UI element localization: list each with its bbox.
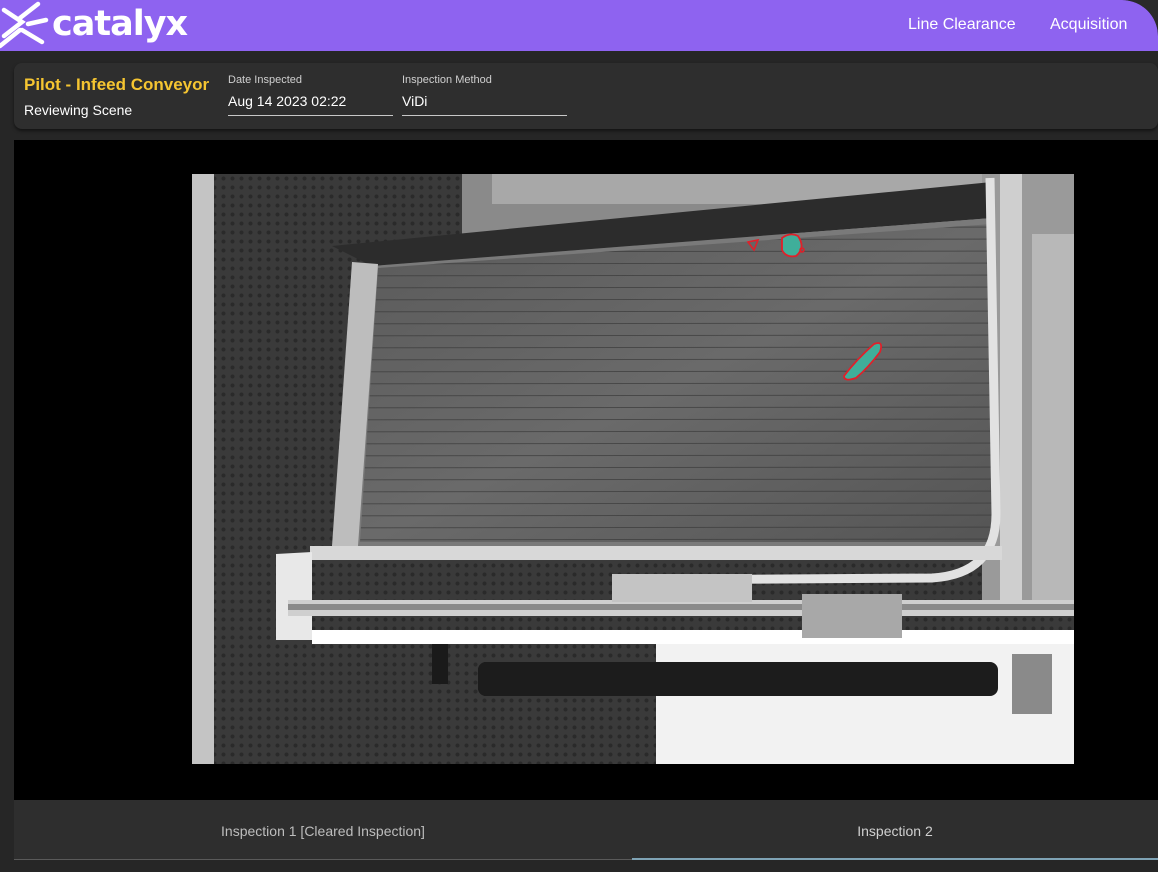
inspection-method-label: Inspection Method — [402, 74, 492, 86]
page-title: Pilot - Infeed Conveyor — [24, 75, 210, 94]
app-window: catalyx Line Clearance Acquisition Pilot… — [0, 0, 1158, 872]
inspection-method-value: ViDi — [402, 93, 428, 109]
inspection-method-field[interactable]: Inspection Method ViDi — [402, 73, 567, 116]
top-nav-bar: catalyx Line Clearance Acquisition — [0, 0, 1158, 51]
date-inspected-field[interactable]: Date Inspected Aug 14 2023 02:22 — [228, 73, 393, 116]
image-viewer[interactable] — [14, 140, 1158, 800]
brand-logo[interactable]: catalyx — [0, 0, 200, 51]
page-subtitle: Reviewing Scene — [24, 102, 133, 118]
date-inspected-label: Date Inspected — [228, 74, 302, 86]
nav-line-clearance[interactable]: Line Clearance — [908, 16, 1016, 34]
catalyx-logo-icon — [0, 1, 49, 49]
brand-name: catalyx — [52, 4, 188, 44]
inspection-info-panel: Pilot - Infeed Conveyor Reviewing Scene … — [14, 63, 1158, 129]
nav-acquisition[interactable]: Acquisition — [1050, 16, 1127, 34]
tab-inspection-2[interactable]: Inspection 2 — [632, 800, 1158, 860]
inspection-image[interactable] — [192, 174, 1074, 764]
tab-inspection-1[interactable]: Inspection 1 [Cleared Inspection] — [14, 800, 632, 860]
date-inspected-value: Aug 14 2023 02:22 — [228, 93, 347, 109]
inspection-tabs: Inspection 1 [Cleared Inspection] Inspec… — [14, 800, 1158, 860]
inspection-scene-graphic — [192, 174, 1074, 764]
